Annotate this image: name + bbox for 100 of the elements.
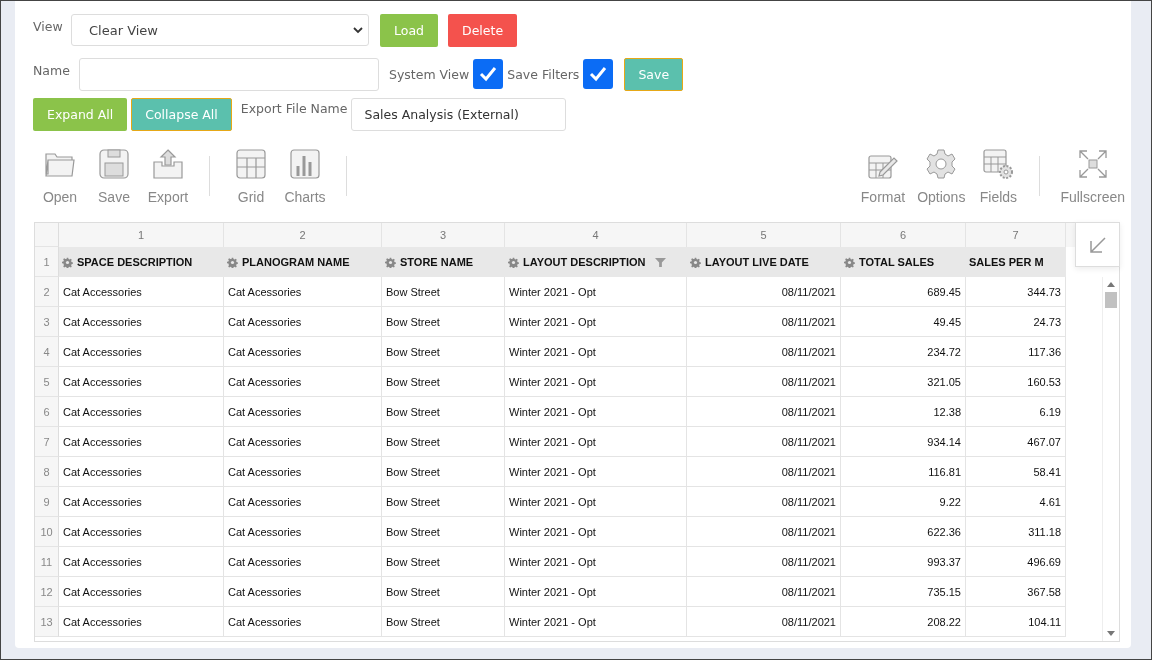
row-number: 7 [35,427,59,457]
table-cell: 735.15 [927,585,961,598]
table-cell: Cat Acessories [228,345,302,358]
table-cell: Bow Street [386,285,440,298]
settings-icon[interactable] [690,256,701,268]
toolbar-button[interactable]: Fullscreen [1055,148,1130,205]
table-cell: Bow Street [386,525,440,538]
table-cell: 49.45 [933,315,961,328]
row-number: 11 [35,547,59,577]
arrow-down-left-icon [1088,235,1107,254]
table-cell: Cat Acessories [228,315,302,328]
table-cell: Cat Accessories [63,405,142,418]
table-cell: 58.41 [1033,465,1061,478]
table-cell: 12.38 [933,405,961,418]
toolbar-button[interactable]: Fields [972,148,1025,205]
table-cell: 08/11/2021 [781,285,836,298]
table-cell: Winter 2021 - Opt [509,615,596,628]
settings-icon[interactable] [227,256,238,268]
table-cell: 9.22 [939,495,961,508]
table-cell: 08/11/2021 [781,495,836,508]
table-cell: Winter 2021 - Opt [509,315,596,328]
table-cell: 104.11 [1028,615,1061,628]
toolbar-button[interactable]: Options [912,148,971,205]
toolbar-button[interactable]: Save [88,148,140,205]
checkbox-label: Save Filters [507,66,580,82]
settings-icon[interactable] [508,256,519,268]
scroll-up-icon[interactable] [1107,282,1115,287]
table-cell: Cat Accessories [63,435,142,448]
table-cell: Cat Acessories [228,525,302,538]
table-cell: Winter 2021 - Opt [509,465,596,478]
table-cell: 6.19 [1039,405,1061,418]
table-cell: Bow Street [386,315,440,328]
table-cell: Winter 2021 - Opt [509,375,596,388]
table-cell: Winter 2021 - Opt [509,405,596,418]
table-cell: Winter 2021 - Opt [509,435,596,448]
table-cell: 08/11/2021 [781,585,836,598]
name-field[interactable] [79,57,379,91]
settings-icon[interactable] [385,256,396,268]
table-cell: Bow Street [386,615,440,628]
toolbar-button[interactable]: Grid [225,148,277,205]
table-cell: Cat Accessories [63,585,142,598]
checkbox[interactable] [583,59,614,89]
checkbox[interactable] [473,59,504,89]
table-cell: Cat Accessories [63,495,142,508]
tree-button[interactable]: Collapse All [131,97,232,131]
scroll-thumb[interactable] [1105,292,1117,308]
scrollbar[interactable] [1102,277,1119,641]
view-select[interactable]: Clear View [71,14,369,46]
table-cell: Cat Acessories [228,585,302,598]
table-cell: Cat Acessories [228,285,302,298]
table-cell: Bow Street [386,345,440,358]
filter-icon[interactable] [655,256,667,268]
table-cell: 08/11/2021 [781,345,836,358]
table-cell: Cat Acessories [228,435,302,448]
table-cell: 08/11/2021 [781,435,836,448]
table-cell: Cat Accessories [63,615,142,628]
bar-chart-icon [289,148,321,180]
row-number: 5 [35,367,59,397]
table-cell: 08/11/2021 [781,615,836,628]
settings-icon[interactable] [844,256,855,268]
row-number: 12 [35,577,59,607]
table-cell: Bow Street [386,375,440,388]
table-cell: Cat Acessories [228,405,302,418]
row-number: 1 [35,247,59,277]
table-cell: Winter 2021 - Opt [509,285,596,298]
table-cell: Cat Accessories [63,285,142,298]
save-button[interactable]: Save [624,57,684,91]
table-cell: Winter 2021 - Opt [509,525,596,538]
row-number: 8 [35,457,59,487]
action-button[interactable]: Load [380,13,438,47]
chevron-down-icon [353,26,363,34]
scroll-down-icon[interactable] [1107,631,1115,636]
table-cell: Cat Accessories [63,525,142,538]
table-cell: 08/11/2021 [781,465,836,478]
tree-button[interactable]: Expand All [33,97,128,131]
field-label: View [33,18,64,34]
table-cell: Bow Street [386,585,440,598]
action-button[interactable]: Delete [448,13,518,47]
table-cell: Bow Street [386,495,440,508]
export-name-field[interactable]: Sales Analysis (External) [351,97,567,131]
fullscreen-icon [1076,148,1109,180]
table-cell: 689.45 [927,285,961,298]
table-cell: 467.07 [1027,435,1061,448]
toolbar-button[interactable]: Format [855,148,911,205]
table-cell: 24.73 [1033,315,1061,328]
table-cell: Cat Acessories [228,495,302,508]
table-cell: Cat Acessories [228,555,302,568]
settings-icon[interactable] [62,256,73,268]
row-number: 9 [35,487,59,517]
table-cell: 08/11/2021 [781,405,836,418]
field-label: Export File Name [240,100,348,116]
table-cell: 993.37 [927,555,961,568]
table-cell: 4.61 [1039,495,1061,508]
table-cell: Cat Accessories [63,375,142,388]
table-cell: Cat Accessories [63,345,142,358]
toolbar-button[interactable]: Charts [279,148,331,205]
row-number: 4 [35,337,59,367]
toolbar-button[interactable]: Export [142,148,194,205]
toolbar-button[interactable]: Open [34,148,86,205]
collapse-button[interactable] [1075,222,1120,267]
